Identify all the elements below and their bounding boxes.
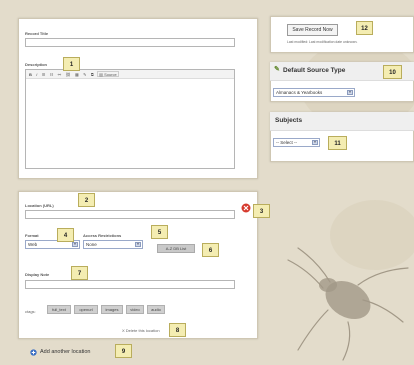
callout-2: 2: [78, 193, 95, 207]
tag-openurl[interactable]: openurl: [74, 305, 98, 314]
source-label: Source: [104, 72, 117, 77]
add-icon[interactable]: [30, 349, 37, 356]
callout-12: 12: [356, 21, 373, 35]
default-source-selected: Almanacs & Yearbooks: [276, 90, 323, 95]
callout-11: 11: [328, 136, 347, 150]
save-record-button[interactable]: Save Record Now: [287, 24, 338, 36]
chevron-down-icon: ▼: [135, 242, 141, 247]
image-icon[interactable]: ▦: [74, 72, 80, 78]
description-editor[interactable]: B I ☰ ☷ ⚯ ⛓ ▦ ✎ ⧉ ▤ Source: [25, 69, 235, 169]
callout-1: 1: [63, 57, 80, 71]
description-label: Description: [25, 62, 48, 67]
format-selected-value: Web: [28, 242, 38, 247]
last-modified-text: Last modified: Last modification date un…: [287, 40, 358, 44]
display-note-label: Display Note: [25, 272, 50, 277]
subjects-selected: -- Select --: [276, 140, 298, 145]
location-url-input[interactable]: [25, 210, 235, 219]
paste-word-icon[interactable]: ⧉: [90, 72, 95, 78]
leaf-icon: ✎: [274, 66, 280, 73]
beetle-illustration: [287, 247, 409, 361]
unlink-icon[interactable]: ⛓: [65, 72, 72, 78]
chevron-down-icon: ▼: [72, 242, 78, 247]
ctags-label: ctags:: [25, 309, 36, 314]
subjects-select[interactable]: -- Select -- ▼: [273, 138, 320, 147]
callout-5: 5: [151, 225, 168, 239]
chevron-down-icon: ▼: [312, 140, 318, 145]
tag-full-text[interactable]: full_text: [47, 305, 71, 314]
tag-audio[interactable]: audio: [147, 305, 165, 314]
default-source-title: Default Source Type: [283, 67, 346, 74]
format-label: Format: [25, 233, 39, 238]
remove-circle-icon[interactable]: [241, 203, 251, 213]
delete-location-link[interactable]: X Delete this location: [122, 328, 160, 333]
access-selected-value: None: [86, 242, 97, 247]
subjects-title: Subjects: [275, 117, 303, 124]
italic-icon[interactable]: I: [35, 72, 38, 78]
location-panel: Location (URL) 2 Format Web ▼ 4 Access R…: [18, 191, 258, 339]
access-restrictions-select[interactable]: None ▼: [83, 240, 143, 249]
location-label: Location (URL): [25, 203, 54, 208]
record-title-input[interactable]: [25, 38, 235, 47]
access-restrictions-label: Access Restrictions: [83, 233, 122, 238]
save-panel: Save Record Now 12 Last modified: Last m…: [270, 16, 414, 53]
bold-icon[interactable]: B: [28, 72, 33, 78]
link-icon[interactable]: ⚯: [57, 72, 62, 78]
editor-toolbar: B I ☰ ☷ ⚯ ⛓ ▦ ✎ ⧉ ▤ Source: [26, 70, 234, 79]
source-button[interactable]: ▤ Source: [97, 71, 119, 77]
chevron-down-icon: ▼: [347, 90, 353, 95]
source-icon: ▤: [99, 72, 103, 77]
callout-7: 7: [71, 266, 88, 280]
callout-8: 8: [169, 323, 186, 337]
default-source-select[interactable]: Almanacs & Yearbooks ▼: [273, 88, 355, 97]
callout-10: 10: [383, 65, 402, 79]
subjects-header: Subjects: [270, 112, 414, 131]
tag-video[interactable]: video: [126, 305, 144, 314]
add-another-location-link[interactable]: Add another location: [40, 349, 90, 355]
callout-3: 3: [253, 204, 270, 218]
record-title-label: Record Title: [25, 31, 49, 36]
callout-9: 9: [115, 344, 132, 358]
tag-images[interactable]: images: [101, 305, 123, 314]
az-db-list-button[interactable]: A-Z DB List: [157, 244, 195, 253]
paste-icon[interactable]: ✎: [82, 72, 87, 78]
record-form-panel: Record Title Description B I ☰ ☷ ⚯ ⛓ ▦ ✎…: [18, 18, 258, 179]
callout-4: 4: [57, 228, 74, 242]
display-note-input[interactable]: [25, 280, 235, 289]
bullet-list-icon[interactable]: ☰: [41, 72, 47, 78]
callout-6: 6: [202, 243, 219, 257]
numbered-list-icon[interactable]: ☷: [49, 72, 55, 78]
